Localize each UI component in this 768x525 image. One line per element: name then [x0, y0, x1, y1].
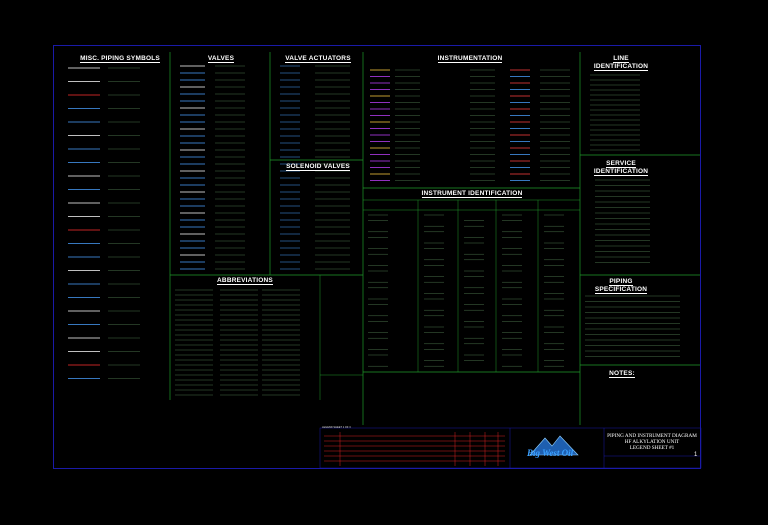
- header-valves: VALVES: [207, 55, 235, 63]
- header-notes: NOTES:: [609, 370, 635, 378]
- header-abbreviations: ABBREVIATIONS: [217, 277, 273, 285]
- company-logo-text: Big West Oil: [527, 448, 574, 458]
- header-service-identification: SERVICE IDENTIFICATION: [593, 160, 649, 176]
- sheet-number: 1: [694, 452, 698, 458]
- header-piping-specification: PIPING SPECIFICATION: [594, 278, 648, 294]
- legend-sheet-caption: LEGEND SHEET 1 OF 3: [322, 426, 351, 429]
- header-instrumentation: INSTRUMENTATION: [437, 55, 503, 63]
- header-misc-piping-symbols: MISC. PIPING SYMBOLS: [80, 55, 160, 63]
- header-instrument-identification: INSTRUMENT IDENTIFICATION: [421, 190, 523, 198]
- header-solenoid-valves: SOLENOID VALVES: [286, 163, 350, 171]
- title-line-3: LEGEND SHEET #1: [629, 445, 675, 451]
- header-line-identification: LINE IDENTIFICATION: [593, 55, 649, 71]
- header-valve-actuators: VALVE ACTUATORS: [285, 55, 351, 63]
